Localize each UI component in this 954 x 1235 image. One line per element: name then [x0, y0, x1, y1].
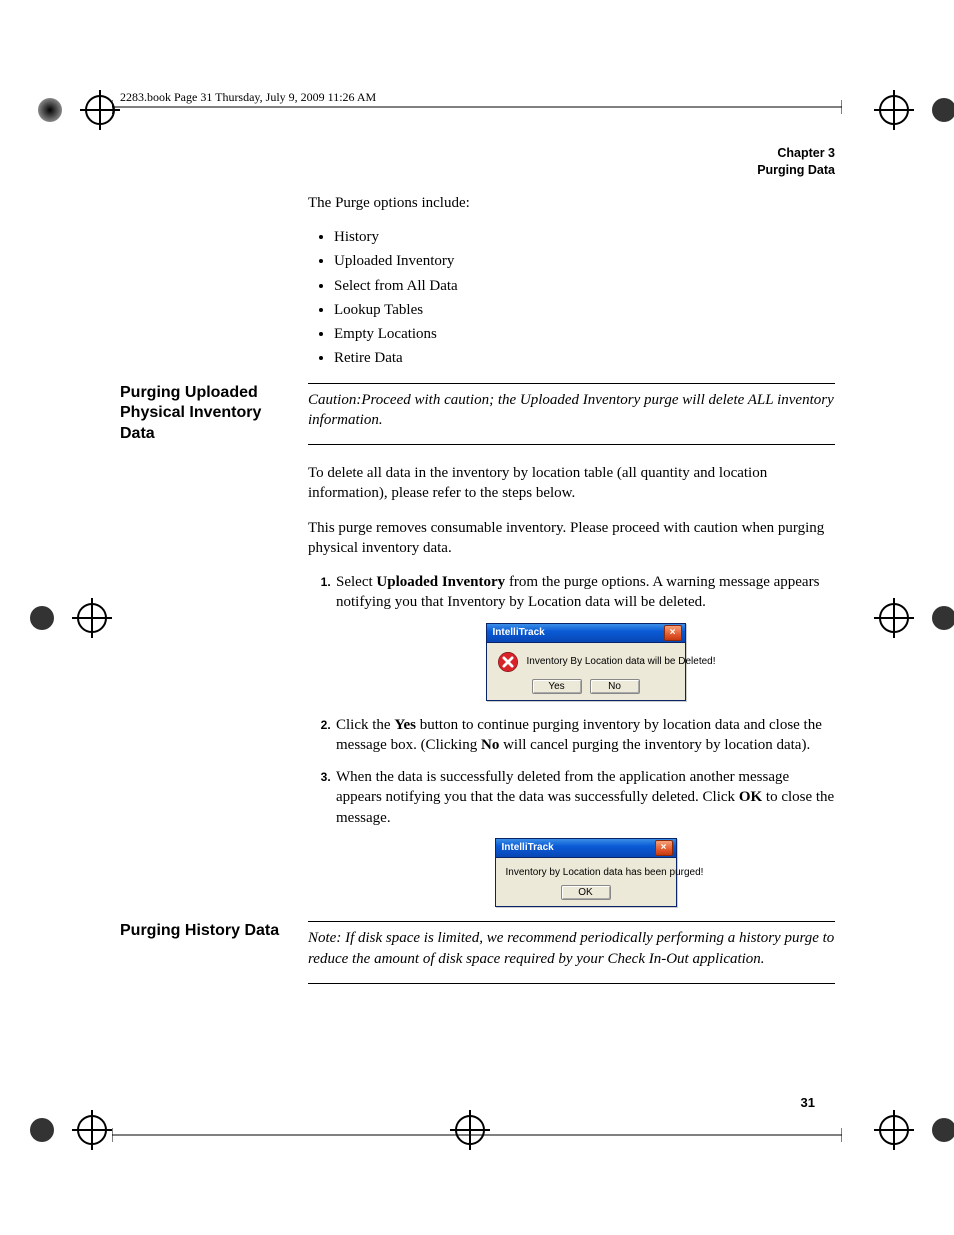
step-item: Select Uploaded Inventory from the purge…: [334, 572, 835, 701]
list-item: Retire Data: [334, 348, 835, 368]
step-item: When the data is successfully deleted fr…: [334, 767, 835, 907]
rule: [308, 921, 835, 922]
list-item: Uploaded Inventory: [334, 251, 835, 271]
body-paragraph: To delete all data in the inventory by l…: [308, 463, 835, 504]
list-item: Select from All Data: [334, 276, 835, 296]
section-heading-history: Purging History Data: [120, 921, 280, 1002]
close-icon[interactable]: ×: [664, 625, 682, 641]
chapter-title: Purging Data: [120, 162, 835, 179]
list-item: Lookup Tables: [334, 300, 835, 320]
no-button[interactable]: No: [590, 679, 640, 694]
list-item: History: [334, 227, 835, 247]
crop-mark-mid-left: [22, 588, 112, 648]
dialog-message: Inventory by Location data has been purg…: [506, 866, 704, 880]
ok-button[interactable]: OK: [561, 885, 611, 900]
dialog-title: IntelliTrack: [493, 626, 545, 640]
dialog-titlebar: IntelliTrack ×: [487, 624, 685, 643]
header-line: 2283.book Page 31 Thursday, July 9, 2009…: [120, 90, 835, 105]
close-icon[interactable]: ×: [655, 840, 673, 856]
dialog-title: IntelliTrack: [502, 841, 554, 855]
note-text: Note: If disk space is limited, we recom…: [308, 928, 835, 969]
dialog-message: Inventory By Location data will be Delet…: [527, 655, 716, 669]
crop-mark-bottom-right: [874, 1100, 954, 1160]
dialog-delete-warning: IntelliTrack ×: [486, 623, 686, 701]
intro-paragraph: The Purge options include:: [308, 193, 835, 213]
body-paragraph: This purge removes consumable inventory.…: [308, 518, 835, 559]
list-item: Empty Locations: [334, 324, 835, 344]
crop-mark-top-left: [30, 80, 120, 140]
section-heading-uploaded: Purging Uploaded Physical Inventory Data: [120, 383, 280, 922]
error-icon: [497, 651, 519, 673]
rule: [308, 983, 835, 984]
crop-mark-mid-right: [874, 588, 954, 648]
yes-button[interactable]: Yes: [532, 679, 582, 694]
crop-mark-top-right: [874, 80, 954, 140]
page-number: 31: [801, 1095, 815, 1110]
crop-mark-bottom-left: [22, 1100, 112, 1160]
page-bottom-rule: [112, 1128, 842, 1142]
caution-text: Caution:Proceed with caution; the Upload…: [308, 390, 835, 431]
steps-list: Select Uploaded Inventory from the purge…: [308, 572, 835, 907]
chapter-header: Chapter 3 Purging Data: [120, 145, 835, 179]
step-item: Click the Yes button to continue purging…: [334, 715, 835, 756]
rule: [308, 383, 835, 384]
rule: [308, 444, 835, 445]
purge-options-list: History Uploaded Inventory Select from A…: [308, 227, 835, 369]
dialog-titlebar: IntelliTrack ×: [496, 839, 676, 858]
dialog-purge-success: IntelliTrack × Inventory by Location dat…: [495, 838, 677, 908]
chapter-number: Chapter 3: [120, 145, 835, 162]
